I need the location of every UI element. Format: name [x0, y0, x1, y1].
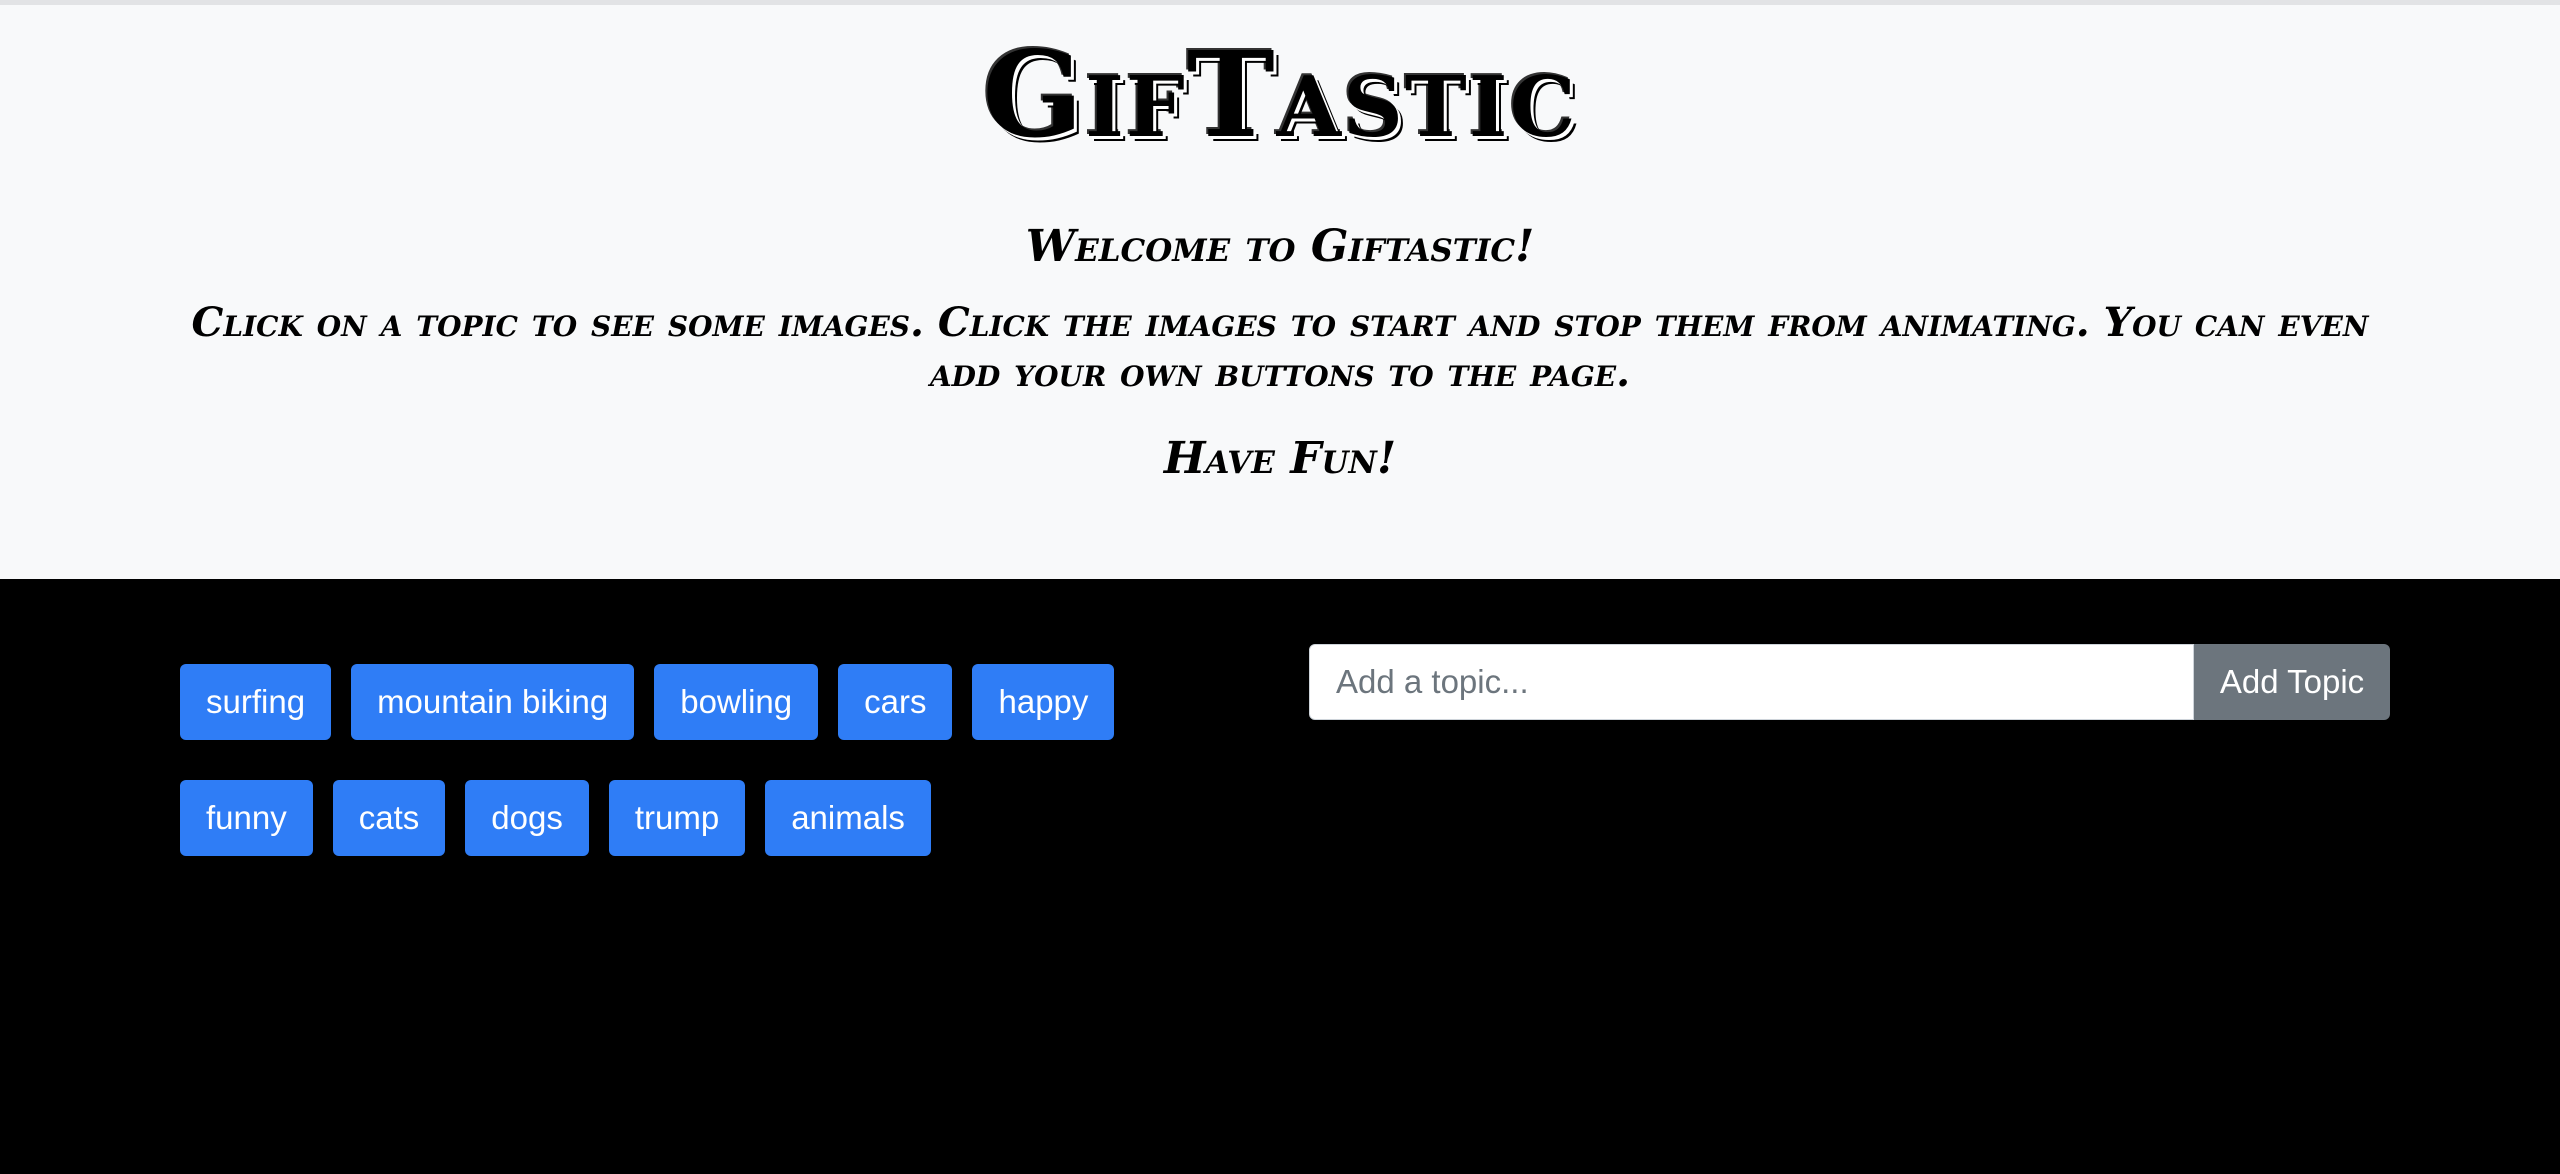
instructions-text: Click on a topic to see some images. Cli…: [191, 299, 2369, 396]
topic-button-happy[interactable]: happy: [972, 664, 1115, 740]
jumbotron-header: GifTastic Welcome to Giftastic! Click on…: [0, 5, 2560, 579]
topic-button-mountain-biking[interactable]: mountain biking: [351, 664, 635, 740]
topic-button-cars[interactable]: cars: [838, 664, 953, 740]
topic-button-animals[interactable]: animals: [765, 780, 931, 856]
topic-button-bowling[interactable]: bowling: [654, 664, 819, 740]
topic-button-cats[interactable]: cats: [332, 780, 446, 856]
topic-button-row: surfing mountain biking bowling cars hap…: [180, 664, 1180, 740]
topic-button-funny[interactable]: funny: [180, 780, 313, 856]
topic-buttons-container: surfing mountain biking bowling cars hap…: [180, 664, 1180, 896]
topic-button-trump[interactable]: trump: [608, 780, 746, 856]
topic-button-row: funny cats dogs trump animals: [180, 780, 1180, 856]
topic-button-dogs[interactable]: dogs: [465, 780, 589, 856]
topic-input[interactable]: [1309, 644, 2194, 720]
add-topic-button[interactable]: Add Topic: [2194, 644, 2390, 720]
add-topic-form: Add Topic: [1309, 644, 2390, 720]
welcome-text: Welcome to Giftastic!: [1025, 221, 1535, 272]
topic-button-surfing[interactable]: surfing: [180, 664, 332, 740]
have-fun-text: Have Fun!: [1163, 433, 1397, 484]
page-title: GifTastic: [982, 25, 1578, 164]
